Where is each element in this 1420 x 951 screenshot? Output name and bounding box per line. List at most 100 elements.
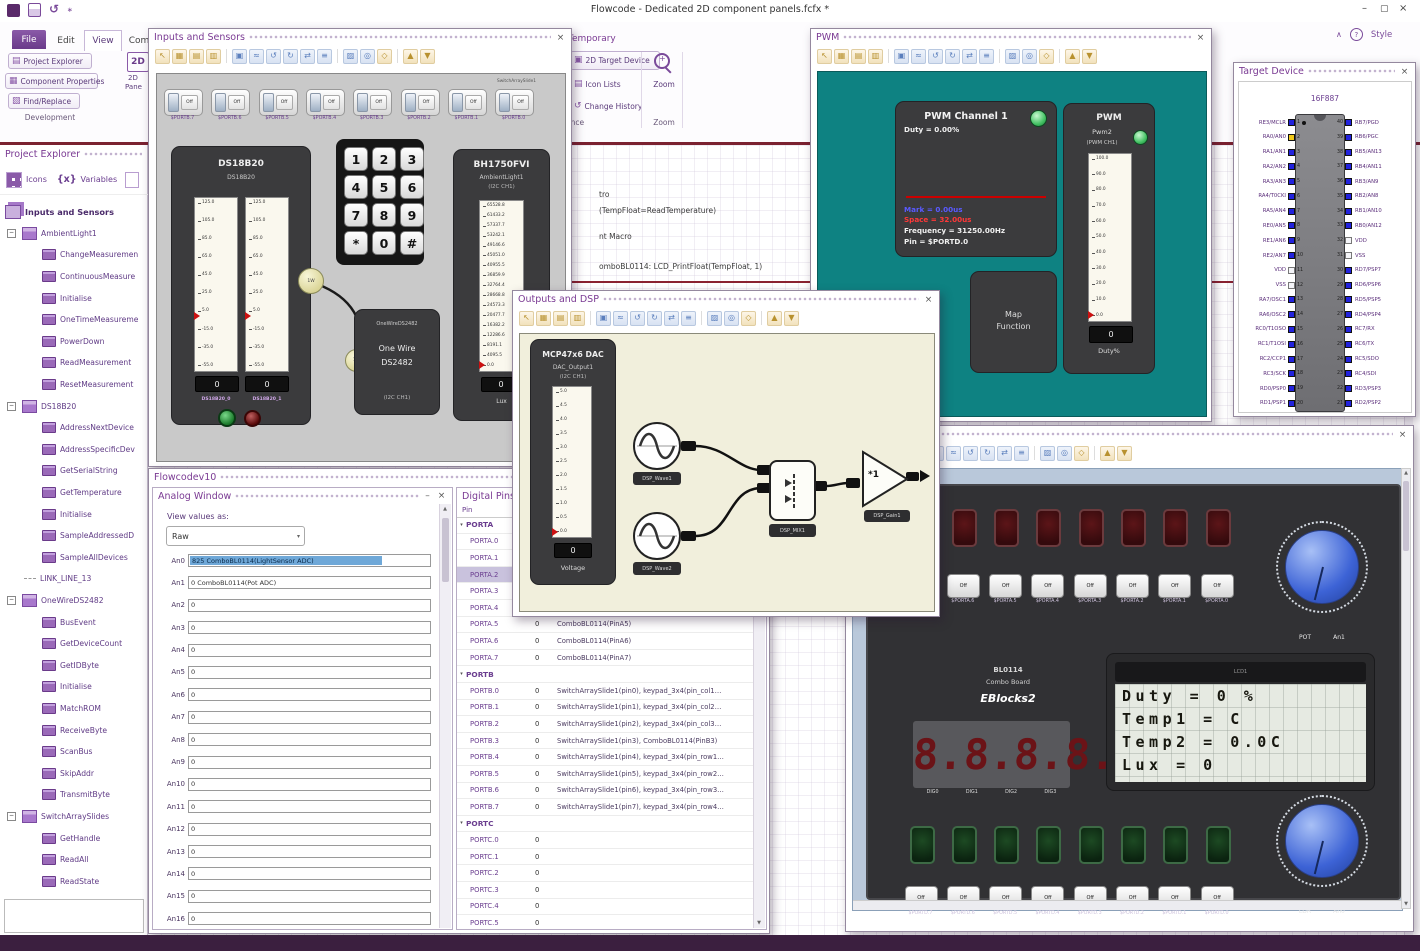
bring-front-icon[interactable]: ▲: [1100, 445, 1115, 461]
tree-item[interactable]: ReadAll: [0, 849, 148, 871]
analog-value-field[interactable]: 0: [188, 710, 431, 724]
wire-icon[interactable]: ≈: [911, 48, 926, 64]
scroll-thumb[interactable]: [1403, 481, 1409, 551]
inputs-sensors-window[interactable]: Inputs and Sensors × ↖ ▦ ▤ ▥ ▣ ≈ ↺ ↻ ⇄ ≡ ▨ ◎ ◇ ▲ ▼ Swi…: [148, 28, 572, 467]
keypad-key[interactable]: 4: [344, 175, 368, 199]
group-arrow-icon[interactable]: ▾: [457, 820, 466, 826]
dac-slider[interactable]: 5.0 4.5 4.0 3.5 3.0 2.5 2.0 1.5 1.0 0.5 0.0: [552, 386, 592, 538]
switch-off-key[interactable]: Off: [181, 95, 198, 110]
expander-icon[interactable]: −: [7, 811, 16, 821]
tree-item[interactable]: − SwitchArraySlides: [0, 806, 148, 828]
tree-item[interactable]: GetHandle: [0, 827, 148, 849]
pwm-channel-block[interactable]: PWM Channel 1 Duty = 0.00% Mark = 0.00us…: [895, 101, 1057, 257]
mirror-icon[interactable]: ⇄: [664, 310, 679, 326]
digital-pin-row[interactable]: PORTC.5 0: [457, 915, 755, 929]
tree-item[interactable]: ContinuousMeasure: [0, 266, 148, 288]
analog-value-field[interactable]: 0: [188, 688, 431, 702]
tree-item[interactable]: MatchROM: [0, 698, 148, 720]
analog-value-field[interactable]: 0: [188, 845, 431, 859]
keypad-key[interactable]: 0: [372, 231, 396, 255]
target-device-2d-button[interactable]: ▣ 2D Target Device: [570, 51, 660, 70]
help-icon[interactable]: ?: [1349, 28, 1363, 41]
tree-item[interactable]: AddressNextDevice: [0, 417, 148, 439]
analog-value-field[interactable]: 0: [188, 665, 431, 679]
rotate-left-icon[interactable]: ↺: [928, 48, 943, 64]
rotate-left-icon[interactable]: ↺: [630, 310, 645, 326]
ds18b20-slider-1[interactable]: 125.0 105.0 85.0 65.0 45.0 25.0 5.0 -15.0 -35.0-…: [194, 197, 238, 372]
tree-item[interactable]: ScanBus: [0, 741, 148, 763]
port-switch[interactable]: Off: [447, 89, 487, 116]
analog-view-combo[interactable]: Raw ▾: [166, 526, 305, 546]
porta-off-button[interactable]: Off: [1073, 574, 1107, 598]
properties-icon[interactable]: ▨: [1040, 445, 1055, 461]
outputs-window-titlebar[interactable]: Outputs and DSP ×: [513, 291, 939, 307]
tree-item[interactable]: − DS18B20: [0, 395, 148, 417]
component-properties-button[interactable]: ▦ Component Properties: [5, 73, 104, 89]
clipped-tab-icon[interactable]: [125, 171, 140, 188]
switch-off-key[interactable]: Off: [464, 95, 482, 110]
group-arrow-icon[interactable]: ▾: [457, 522, 466, 528]
analog-value-field[interactable]: 0 ComboBL0114(Pot ADC): [188, 576, 431, 590]
maximize-button[interactable]: ▢: [1380, 4, 1389, 14]
variables-icon[interactable]: {x}: [57, 174, 77, 185]
expander-icon[interactable]: −: [7, 595, 16, 605]
digital-pin-row[interactable]: PORTC.0 0: [457, 832, 755, 849]
port-switch[interactable]: Off: [353, 89, 393, 116]
switch-knob[interactable]: [309, 93, 321, 112]
close-icon[interactable]: ×: [923, 295, 934, 305]
slider-pointer[interactable]: [1088, 310, 1098, 319]
minimize-icon[interactable]: –: [423, 491, 432, 501]
pot-knob[interactable]: [1276, 521, 1368, 613]
onewire-block[interactable]: OneWireDS2482 One Wire DS2482 (I2C CH1): [354, 309, 440, 415]
analog-value-field[interactable]: 825 ComboBL0114(LightSensor ADC): [188, 554, 431, 567]
analog-value-field[interactable]: 0: [188, 733, 431, 747]
tree-item[interactable]: Initialise: [0, 287, 148, 309]
target-window-titlebar[interactable]: Target Device ×: [1234, 63, 1415, 79]
tree-item[interactable]: Inputs and Sensors: [0, 201, 148, 223]
tree-item[interactable]: TransmitByte: [0, 784, 148, 806]
pwm-slider-block[interactable]: PWM Pwm2 (PWM CH1) 100.0 90.0 80.0 70.0 60.0…: [1063, 103, 1155, 374]
properties-icon[interactable]: ▨: [707, 310, 722, 326]
dac-block[interactable]: MCP47x6 DAC DAC_Output1 (I2C CH1) 5.0 4.5…: [530, 339, 616, 585]
digital-pin-row[interactable]: PORTB.3 0 SwitchArraySlide1(pin3), ComboBL…: [457, 733, 755, 750]
paste-icon[interactable]: ▥: [570, 310, 585, 326]
map-function-block[interactable]: Map Function: [970, 271, 1057, 373]
port-switch[interactable]: Off: [305, 89, 345, 116]
close-icon[interactable]: ×: [1397, 430, 1408, 440]
search-icon[interactable]: ◎: [724, 310, 739, 326]
align-icon[interactable]: ≡: [681, 310, 696, 326]
layers-icon[interactable]: ◇: [1074, 445, 1089, 461]
tree-item[interactable]: ReceiveByte: [0, 719, 148, 741]
switch-off-key[interactable]: Off: [512, 95, 530, 110]
scroll-up-icon[interactable]: ▲: [440, 506, 450, 512]
tree-item[interactable]: PowerDown: [0, 331, 148, 353]
switch-knob[interactable]: [451, 93, 463, 112]
digital-pin-row[interactable]: PORTB.4 0 SwitchArraySlide1(pin4), keypad_…: [457, 749, 755, 766]
bring-front-icon[interactable]: ▲: [1065, 48, 1080, 64]
search-icon[interactable]: ◎: [1022, 48, 1037, 64]
porta-off-button[interactable]: Off: [1116, 574, 1149, 598]
style-menu[interactable]: Style: [1371, 30, 1392, 40]
slider-pointer[interactable]: [245, 312, 255, 321]
porta-off-button[interactable]: Off: [1031, 574, 1065, 598]
analog-value-field[interactable]: 0: [188, 912, 431, 926]
tree-item[interactable]: Initialise: [0, 503, 148, 525]
slider-pointer[interactable]: [194, 312, 204, 321]
digital-pin-row[interactable]: PORTC.1 0: [457, 849, 755, 866]
tree-item[interactable]: OneTimeMeasureme: [0, 309, 148, 331]
zoom-caption[interactable]: Zoom: [648, 80, 680, 89]
align-icon[interactable]: ≡: [1014, 445, 1029, 461]
send-back-icon[interactable]: ▼: [1082, 48, 1097, 64]
bring-front-icon[interactable]: ▲: [767, 310, 782, 326]
rotate-right-icon[interactable]: ↻: [945, 48, 960, 64]
icon-lists-button[interactable]: ▤ Icon Lists: [570, 76, 638, 92]
keypad-key[interactable]: 9: [400, 203, 424, 227]
digital-pin-row[interactable]: PORTB.6 0 SwitchArraySlide1(pin6), keypad_…: [457, 783, 755, 800]
analog-value-field[interactable]: 0: [188, 777, 431, 791]
analog-value-field[interactable]: 0: [188, 889, 431, 903]
ds18b20-block[interactable]: DS18B20 DS18B20 125.0 105.0 85.0 65.0 45.0 25…: [171, 146, 311, 427]
dsp-wave2-block[interactable]: [633, 512, 681, 560]
porta-off-button[interactable]: Off: [1200, 574, 1234, 598]
paste-icon[interactable]: ▥: [868, 48, 883, 64]
tree-item[interactable]: ChangeMeasuremen: [0, 244, 148, 266]
